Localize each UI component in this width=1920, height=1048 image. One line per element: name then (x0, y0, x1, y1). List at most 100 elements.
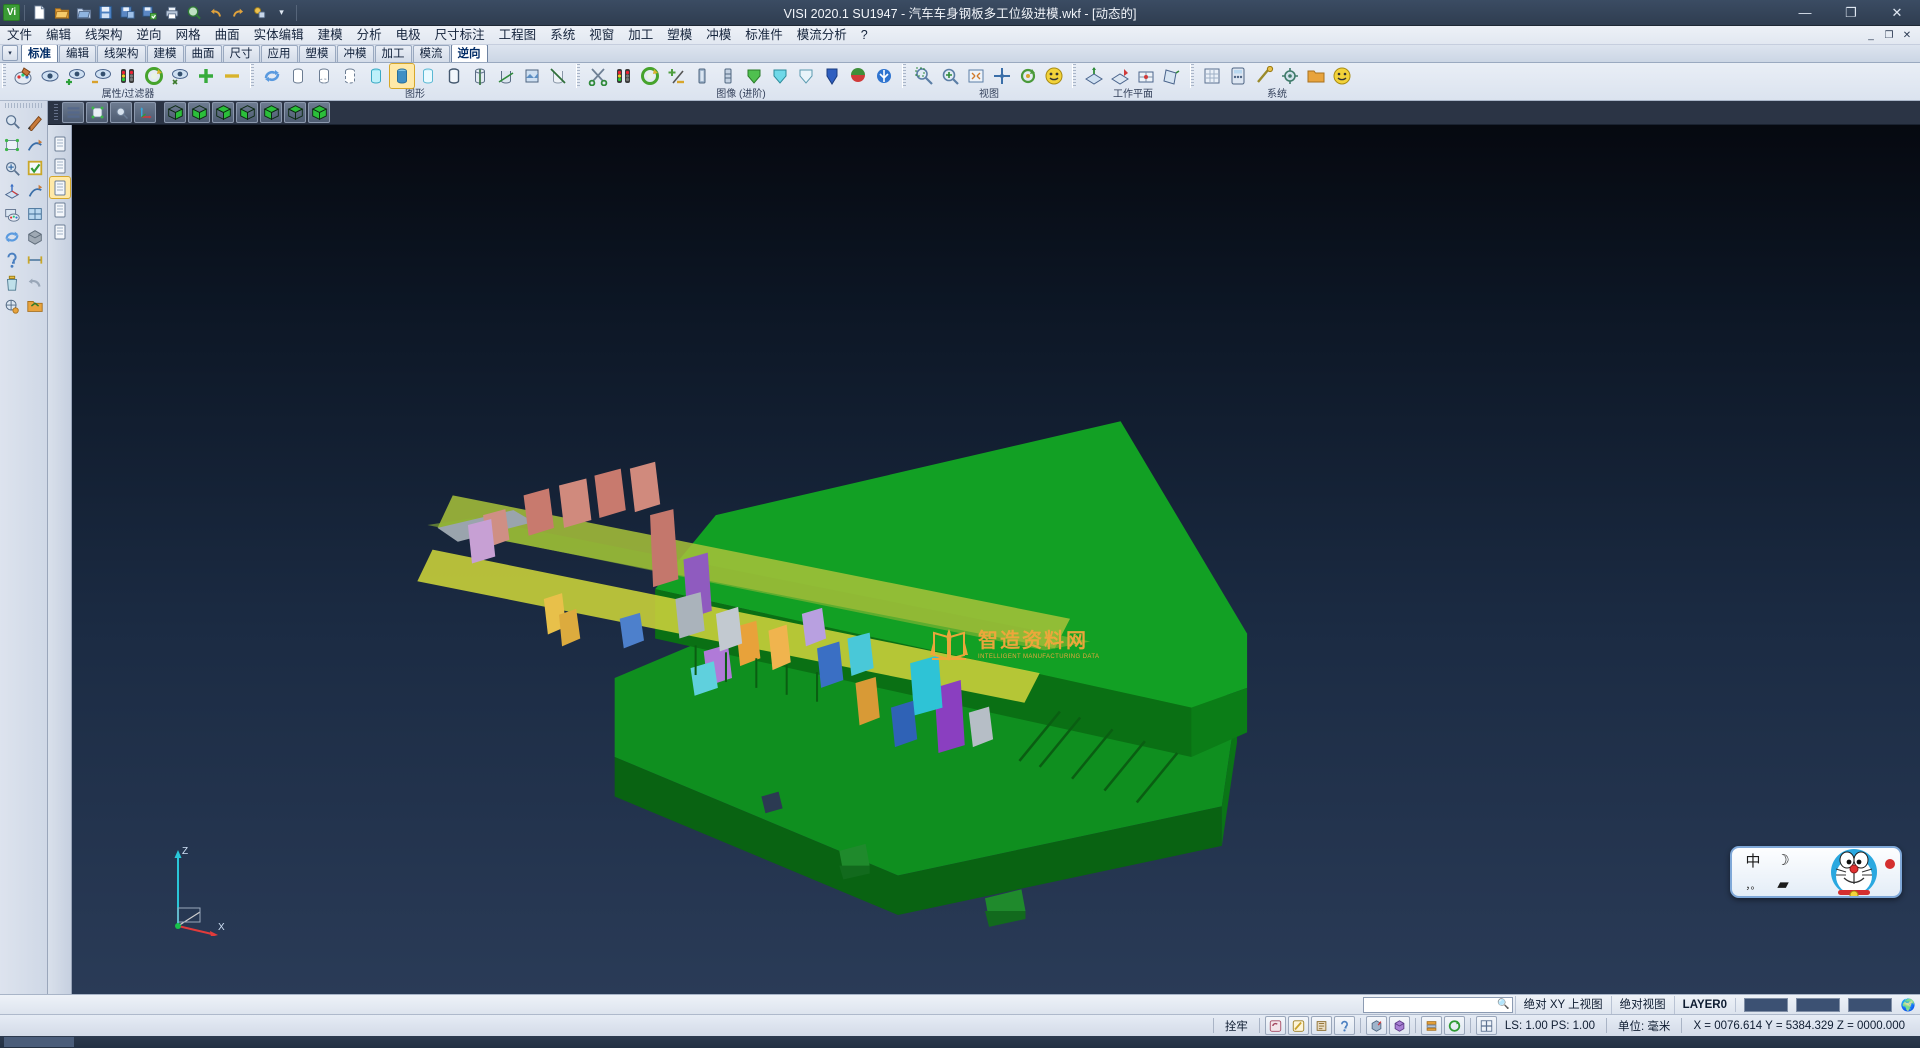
new-file-icon[interactable] (29, 2, 50, 23)
menu-item-15[interactable]: 塑模 (660, 26, 699, 45)
ime-floating-bar[interactable]: 中 ☽ ，。 ▰ (1730, 846, 1902, 898)
color-swatch-1[interactable] (1744, 998, 1788, 1012)
transparency-icon[interactable] (794, 64, 818, 88)
help-icon[interactable] (1330, 64, 1354, 88)
menu-item-3[interactable]: 逆向 (130, 26, 169, 45)
wp-origin-icon[interactable] (1134, 64, 1158, 88)
view-toolbar-grip[interactable] (54, 104, 58, 122)
shade-transparent-icon[interactable] (364, 64, 388, 88)
close-button[interactable]: ✕ (1874, 0, 1920, 26)
graphics-viewport[interactable]: 智造资料网 INTELLIGENT MANUFACTURING DATA (48, 125, 1920, 994)
zoom-in-tool-icon[interactable] (1, 157, 23, 179)
status-help-icon[interactable] (1334, 1016, 1355, 1035)
menu-item-12[interactable]: 系统 (543, 26, 582, 45)
color-green-icon[interactable] (742, 64, 766, 88)
grid-toggle-icon[interactable] (1200, 64, 1224, 88)
sphere-blue-icon[interactable] (872, 64, 896, 88)
iso-view-3-icon[interactable] (212, 102, 234, 123)
attribute-paint-icon[interactable] (12, 64, 36, 88)
zoom-window-icon[interactable] (912, 64, 936, 88)
color-swatch-2[interactable] (1796, 998, 1840, 1012)
ribbon-group-grip-0[interactable] (2, 64, 6, 88)
open-file-tool-icon[interactable] (24, 295, 46, 317)
regen-tool-icon[interactable] (1, 226, 23, 248)
status-refresh-icon[interactable] (1444, 1016, 1465, 1035)
iso-view-1-icon[interactable] (164, 102, 186, 123)
filter-traffic-light-icon[interactable] (116, 64, 140, 88)
ribbon-group-grip-5[interactable] (1190, 64, 1194, 88)
help-tool-icon[interactable] (1, 249, 23, 271)
menu-item-7[interactable]: 建模 (311, 26, 350, 45)
snap-lock-label[interactable]: 拴牢 (1218, 1018, 1255, 1034)
iso-view-6-icon[interactable] (284, 102, 306, 123)
blue-arrow-icon[interactable] (820, 64, 844, 88)
mdi-minimize-button[interactable]: _ (1862, 30, 1880, 41)
save-all-icon[interactable] (139, 2, 160, 23)
delete-tool-icon[interactable] (1, 272, 23, 294)
zoom-previous-icon[interactable] (110, 102, 132, 123)
tab-9[interactable]: 加工 (375, 45, 412, 62)
menu-item-14[interactable]: 加工 (621, 26, 660, 45)
tab-3[interactable]: 建模 (147, 45, 184, 62)
color-swatch-3[interactable] (1848, 998, 1892, 1012)
shade-edges-icon[interactable] (442, 64, 466, 88)
modify-curve-icon[interactable] (24, 180, 46, 202)
macro-icon[interactable] (249, 2, 270, 23)
wireframe-shade-icon[interactable] (286, 64, 310, 88)
print-preview-icon[interactable] (183, 2, 204, 23)
menu-item-2[interactable]: 线架构 (78, 26, 130, 45)
shade-light-icon[interactable] (416, 64, 440, 88)
tab-4[interactable]: 曲面 (185, 45, 222, 62)
shaded-view-icon[interactable] (308, 102, 330, 123)
save-icon[interactable] (95, 2, 116, 23)
tab-8[interactable]: 冲模 (337, 45, 374, 62)
wp-define-icon[interactable] (1082, 64, 1106, 88)
wp-list-icon[interactable] (1160, 64, 1184, 88)
add-visible-icon[interactable] (194, 64, 218, 88)
tab-2[interactable]: 线架构 (97, 45, 146, 62)
preferences-icon[interactable] (1278, 64, 1302, 88)
layer-visibility-icon[interactable] (38, 64, 62, 88)
axis-view-icon[interactable] (134, 102, 156, 123)
pan-icon[interactable] (990, 64, 1014, 88)
tabstrip-dropdown-icon[interactable]: ▾ (2, 45, 18, 61)
ime-shape-button[interactable]: ▰ (1768, 872, 1798, 896)
texture-icon[interactable] (716, 64, 740, 88)
status-solid-icon[interactable] (1389, 1016, 1410, 1035)
tab-5[interactable]: 尺寸 (223, 45, 260, 62)
attribute-tool-icon[interactable] (1, 203, 23, 225)
view-orientation-label[interactable]: 绝对 XY 上视图 (1515, 996, 1611, 1014)
zoom-tool-icon[interactable] (1, 111, 23, 133)
show-entity-icon[interactable] (64, 64, 88, 88)
menu-item-19[interactable]: ? (854, 26, 875, 45)
zoom-fit-icon[interactable] (964, 64, 988, 88)
ribbon-group-grip-4[interactable] (1072, 64, 1076, 88)
rotate-view-icon[interactable] (1016, 64, 1040, 88)
minimize-button[interactable]: — (1782, 0, 1828, 26)
ime-moon-icon[interactable]: ☽ (1768, 848, 1798, 872)
workplane-tool-icon[interactable] (1, 180, 23, 202)
remove-visible-icon[interactable] (220, 64, 244, 88)
sphere-red-icon[interactable] (846, 64, 870, 88)
tab-11[interactable]: 逆向 (451, 44, 488, 62)
customize-dropdown-icon[interactable]: ▾ (271, 2, 292, 23)
status-entity-icon[interactable] (1366, 1016, 1387, 1035)
hidden-dashed-icon[interactable] (338, 64, 362, 88)
snap-settings-icon[interactable] (1252, 64, 1276, 88)
open-folder-icon[interactable] (51, 2, 72, 23)
lights-icon[interactable] (612, 64, 636, 88)
menu-item-11[interactable]: 工程图 (492, 26, 544, 45)
left-palette-grip[interactable] (5, 103, 43, 108)
iso-view-5-icon[interactable] (260, 102, 282, 123)
draw-line-icon[interactable] (24, 111, 46, 133)
iso-view-2-icon[interactable] (188, 102, 210, 123)
render-quality-icon[interactable] (520, 64, 544, 88)
view-mode-label[interactable]: 绝对视图 (1611, 996, 1674, 1014)
menu-item-16[interactable]: 冲模 (699, 26, 738, 45)
toggle-visibility-icon[interactable] (168, 64, 192, 88)
refresh-view-icon[interactable] (142, 64, 166, 88)
tab-0[interactable]: 标准 (21, 44, 58, 62)
color-cyan-icon[interactable] (768, 64, 792, 88)
zoom-window-tool-icon[interactable] (1, 134, 23, 156)
status-layers-icon[interactable] (1421, 1016, 1442, 1035)
